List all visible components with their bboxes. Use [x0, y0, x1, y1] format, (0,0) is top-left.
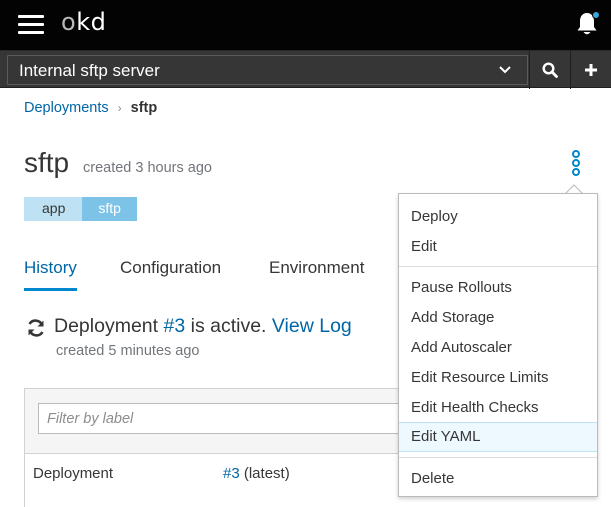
created-timestamp: created 3 hours ago — [83, 160, 212, 176]
search-button[interactable] — [529, 51, 570, 89]
hamburger-menu-icon[interactable] — [18, 14, 44, 36]
project-name: Internal sftp server — [19, 61, 160, 80]
filter-by-label-input[interactable] — [38, 403, 418, 434]
menu-item-delete[interactable]: Delete — [399, 464, 597, 494]
tab-history[interactable]: History — [24, 258, 77, 291]
breadcrumb-deployments-link[interactable]: Deployments — [24, 100, 109, 116]
project-selector[interactable]: Internal sftp server — [7, 55, 528, 85]
status-prefix: Deployment — [54, 315, 159, 337]
kebab-icon[interactable] — [570, 150, 582, 176]
project-bar: Internal sftp server — [0, 50, 611, 89]
table-row: Deployment #3 (latest) — [25, 453, 445, 507]
menu-item-edit-resource-limits[interactable]: Edit Resource Limits — [399, 363, 597, 393]
deployment-link[interactable]: #3 — [163, 315, 185, 337]
row-label: Deployment — [33, 465, 114, 482]
actions-dropdown-menu: Deploy Edit Pause Rollouts Add Storage A… — [398, 193, 598, 497]
breadcrumb-separator: › — [117, 101, 122, 115]
menu-item-pause-rollouts[interactable]: Pause Rollouts — [399, 273, 597, 303]
status-text: is active. — [190, 315, 267, 337]
plus-icon — [585, 64, 597, 76]
brand-logo-o: o — [61, 8, 77, 36]
sync-icon — [28, 319, 44, 337]
menu-divider — [399, 457, 597, 458]
deployment-status: Deployment #3 is active. View Log — [54, 315, 352, 338]
add-to-project-button[interactable] — [570, 51, 611, 89]
brand-logo-kd: kd — [76, 8, 107, 36]
breadcrumb-current: sftp — [130, 100, 158, 116]
tab-environment[interactable]: Environment — [269, 258, 364, 288]
tab-bar: History Configuration Environment — [24, 258, 404, 292]
page-title: sftp — [24, 147, 70, 178]
chevron-down-icon — [499, 66, 511, 74]
row-deployment-link[interactable]: #3 — [223, 465, 240, 482]
view-log-link[interactable]: View Log — [272, 315, 352, 337]
menu-item-add-autoscaler[interactable]: Add Autoscaler — [399, 333, 597, 363]
menu-divider — [399, 266, 597, 267]
menu-item-edit-health-checks[interactable]: Edit Health Checks — [399, 393, 597, 423]
breadcrumb: Deployments › sftp — [24, 100, 157, 116]
tab-configuration[interactable]: Configuration — [120, 258, 221, 288]
label-value: sftp — [82, 197, 137, 221]
label-chip[interactable]: app sftp — [24, 197, 137, 221]
menu-item-edit-yaml[interactable]: Edit YAML — [399, 422, 597, 452]
row-suffix: (latest) — [243, 465, 290, 482]
label-key: app — [24, 197, 83, 221]
menu-item-deploy[interactable]: Deploy — [399, 202, 597, 232]
row-value: #3 (latest) — [223, 465, 290, 482]
deployment-table: Deployment #3 (latest) — [24, 388, 445, 507]
menu-item-add-storage[interactable]: Add Storage — [399, 303, 597, 333]
menu-item-edit[interactable]: Edit — [399, 232, 597, 262]
deployment-created: created 5 minutes ago — [56, 343, 200, 359]
search-icon — [542, 62, 558, 78]
masthead: okd — [0, 0, 611, 50]
notification-badge — [592, 11, 600, 19]
brand-logo[interactable]: okd — [61, 8, 106, 36]
